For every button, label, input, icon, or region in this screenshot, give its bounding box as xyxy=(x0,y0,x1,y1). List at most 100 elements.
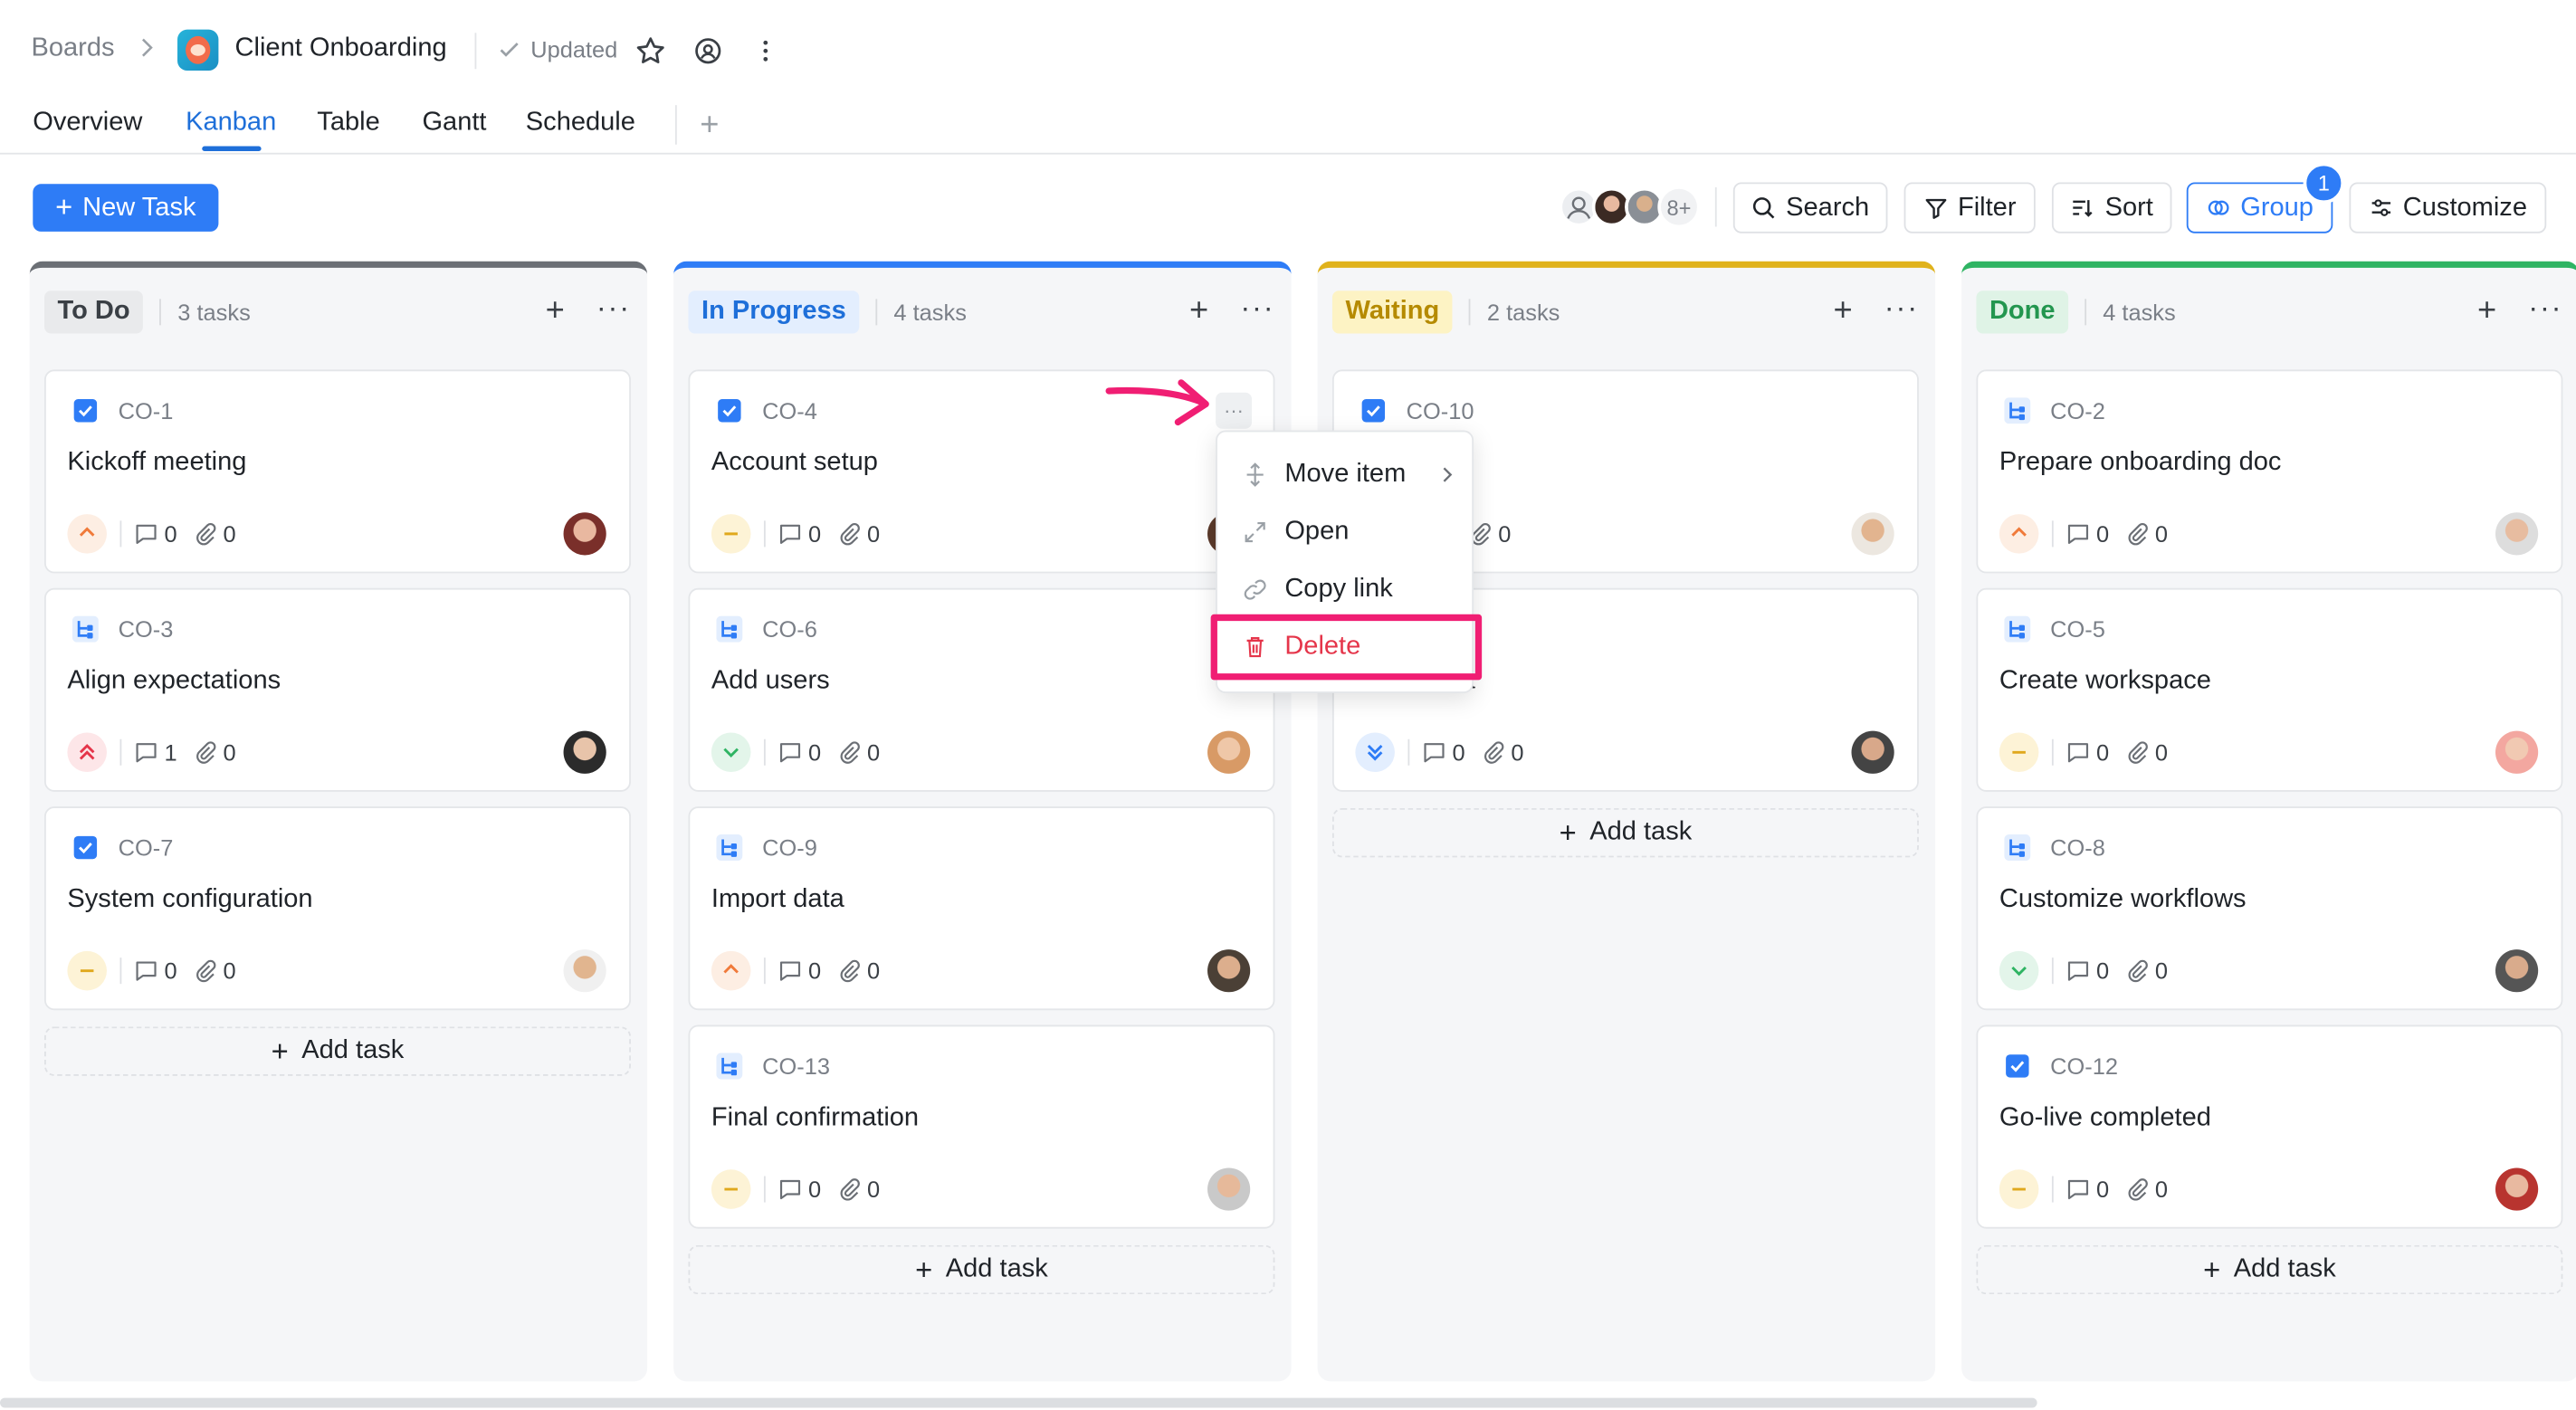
star-icon[interactable] xyxy=(634,34,667,67)
assignee-avatar[interactable] xyxy=(2495,949,2539,993)
assignee-avatar[interactable] xyxy=(2495,730,2539,774)
priority-low-icon[interactable] xyxy=(711,732,751,773)
task-title[interactable]: Final confirmation xyxy=(711,1104,919,1134)
customize-button[interactable]: Customize xyxy=(2349,182,2547,233)
watch-icon[interactable] xyxy=(692,34,724,67)
column-more-icon[interactable]: ··· xyxy=(1884,291,1919,325)
tab-table[interactable]: Table xyxy=(317,109,379,138)
add-view-icon[interactable]: + xyxy=(700,107,719,145)
card-meta: 0 0 xyxy=(67,514,252,554)
column-header: In Progress 4 tasks xyxy=(688,291,967,334)
task-title[interactable]: Create workspace xyxy=(1999,667,2211,697)
assignee-avatar[interactable] xyxy=(2495,1167,2539,1211)
task-icon xyxy=(73,399,98,423)
task-title[interactable]: Go-live completed xyxy=(1999,1104,2211,1134)
add-task-button[interactable]: + Add task xyxy=(1976,1244,2563,1295)
column-title[interactable]: Waiting xyxy=(1331,291,1453,334)
board-title[interactable]: Client Onboarding xyxy=(235,34,447,64)
task-title[interactable]: Kickoff meeting xyxy=(67,448,246,478)
priority-lowest-icon[interactable] xyxy=(1355,732,1395,773)
search-button[interactable]: Search xyxy=(1732,182,1888,233)
horizontal-scrollbar[interactable] xyxy=(0,1397,2037,1408)
menu-item-open[interactable]: Open xyxy=(1242,518,1349,548)
priority-urgent-icon[interactable] xyxy=(67,732,107,773)
tab-overview[interactable]: Overview xyxy=(33,109,142,138)
filter-button[interactable]: Filter xyxy=(1903,182,2036,233)
add-task-button[interactable]: + Add task xyxy=(44,1026,631,1076)
menu-item-label: Copy link xyxy=(1284,575,1393,604)
column-title[interactable]: Done xyxy=(1976,291,2069,334)
priority-medium-icon[interactable] xyxy=(711,514,751,554)
attachment-icon xyxy=(2128,741,2148,764)
assignee-avatar[interactable] xyxy=(1851,730,1894,774)
comment-icon xyxy=(2067,961,2089,981)
task-title[interactable]: Prepare onboarding doc xyxy=(1999,448,2282,478)
task-title[interactable]: System configuration xyxy=(67,885,312,915)
priority-high-icon[interactable] xyxy=(67,514,107,554)
task-card[interactable]: CO-12 Go-live completed 0 0 xyxy=(1976,1024,2563,1229)
add-task-plus-icon[interactable]: + xyxy=(1834,292,1853,330)
add-task-button[interactable]: + Add task xyxy=(688,1244,1275,1295)
comment-count-value: 0 xyxy=(1452,738,1465,766)
task-title[interactable]: Add users xyxy=(711,667,830,697)
new-task-button[interactable]: + New Task xyxy=(33,184,219,232)
sort-label: Sort xyxy=(2104,193,2153,222)
tab-gantt[interactable]: Gantt xyxy=(422,109,486,138)
priority-medium-icon[interactable] xyxy=(1999,732,2039,773)
assignee-avatar[interactable] xyxy=(1851,512,1894,556)
task-title[interactable]: Customize workflows xyxy=(1999,885,2247,915)
task-card[interactable]: CO-8 Customize workflows 0 0 xyxy=(1976,806,2563,1011)
priority-high-icon[interactable] xyxy=(1999,514,2039,554)
attachment-icon xyxy=(2128,959,2148,983)
task-card[interactable]: CO-7 System configuration 0 0 xyxy=(44,806,631,1011)
tab-schedule[interactable]: Schedule xyxy=(526,109,635,138)
assignee-avatar[interactable] xyxy=(1207,1167,1251,1211)
column-title[interactable]: In Progress xyxy=(688,291,860,334)
task-title[interactable]: Import data xyxy=(711,885,844,915)
add-task-plus-icon[interactable]: + xyxy=(546,292,565,330)
add-task-plus-icon[interactable]: + xyxy=(2477,292,2496,330)
task-card[interactable]: CO-9 Import data 0 0 xyxy=(688,806,1275,1011)
subtask-icon xyxy=(716,615,743,643)
more-vertical-icon[interactable] xyxy=(749,34,782,67)
sort-button[interactable]: Sort xyxy=(2051,182,2172,233)
attachment-count: 0 xyxy=(837,520,880,547)
menu-item-copy-link[interactable]: Copy link xyxy=(1242,575,1393,605)
assignee-avatar[interactable] xyxy=(2495,512,2539,556)
add-task-button[interactable]: + Add task xyxy=(1331,807,1919,858)
assignee-avatar[interactable] xyxy=(563,730,606,774)
priority-high-icon[interactable] xyxy=(711,950,751,991)
menu-item-move[interactable]: Move item xyxy=(1242,460,1455,490)
add-task-label: Add task xyxy=(1589,817,1693,846)
task-card[interactable]: CO-13 Final confirmation 0 0 xyxy=(688,1024,1275,1229)
task-card[interactable]: CO-6 Add users 0 0 xyxy=(688,587,1275,792)
priority-medium-icon[interactable] xyxy=(67,950,107,991)
attachment-count: 0 xyxy=(2125,739,2168,766)
priority-medium-icon[interactable] xyxy=(711,1169,751,1209)
task-card[interactable]: CO-3 Align expectations 1 0 xyxy=(44,587,631,792)
attachment-count-value: 0 xyxy=(1498,520,1512,548)
add-task-plus-icon[interactable]: + xyxy=(1189,292,1208,330)
assignee-avatar[interactable] xyxy=(563,949,606,993)
card-more-icon[interactable]: ··· xyxy=(1216,392,1253,429)
task-card[interactable]: CO-1 Kickoff meeting 0 0 xyxy=(44,369,631,574)
task-card[interactable]: CO-2 Prepare onboarding doc 0 0 xyxy=(1976,369,2563,574)
task-card[interactable]: CO-5 Create workspace 0 0 xyxy=(1976,587,2563,792)
subtask-icon xyxy=(2004,615,2031,643)
assignee-avatar[interactable] xyxy=(1207,730,1251,774)
task-title[interactable]: Align expectations xyxy=(67,667,281,697)
column-more-icon[interactable]: ··· xyxy=(1240,291,1274,325)
priority-medium-icon[interactable] xyxy=(1999,1169,2039,1209)
check-icon xyxy=(500,43,519,57)
column-more-icon[interactable]: ··· xyxy=(2528,291,2562,325)
task-title[interactable]: Account setup xyxy=(711,448,878,478)
assignee-avatar[interactable] xyxy=(1207,949,1251,993)
assignee-avatar[interactable] xyxy=(563,512,606,556)
priority-low-icon[interactable] xyxy=(1999,950,2039,991)
breadcrumb-boards[interactable]: Boards xyxy=(31,34,114,64)
column-more-icon[interactable]: ··· xyxy=(596,291,631,325)
column-title[interactable]: To Do xyxy=(44,291,144,334)
tab-kanban[interactable]: Kanban xyxy=(186,109,276,138)
divider xyxy=(2051,1176,2054,1203)
comment-count-value: 0 xyxy=(2095,1176,2110,1203)
